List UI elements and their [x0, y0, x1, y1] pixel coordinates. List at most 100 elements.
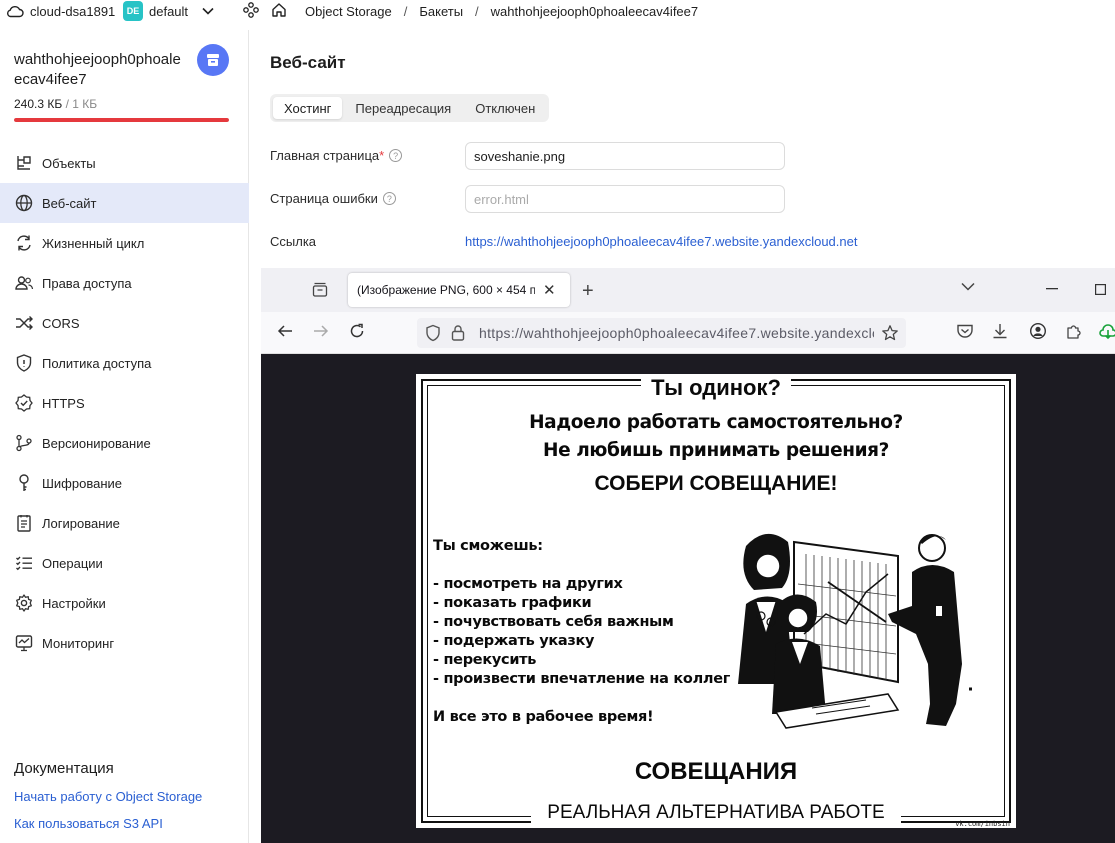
browser-nav-bar: https://wahthohjeejooph0phoaleecav4ifee7…: [261, 312, 1115, 354]
sidebar-item-label: Политика доступа: [42, 355, 152, 371]
usage-limit: / 1 КБ: [65, 97, 98, 111]
star-icon[interactable]: [881, 324, 899, 342]
poster-big-word: СОВЕЩАНИЯ: [634, 758, 798, 785]
pocket-icon[interactable]: [956, 323, 974, 339]
website-link[interactable]: https://wahthohjeejooph0phoaleecav4ifee7…: [465, 234, 857, 249]
help-icon[interactable]: ?: [382, 192, 396, 205]
sidebar-item-monitoring[interactable]: Мониторинг: [0, 623, 249, 663]
poster-watermark: vk.com/inbsin: [955, 820, 1010, 828]
usage-progress-fill: [14, 118, 229, 122]
poster-line2: Не любишь принимать решения?: [542, 440, 889, 461]
breadcrumb: Object Storage / Бакеты / wahthohjeejoop…: [305, 4, 698, 19]
bucket-icon: [197, 44, 229, 76]
close-icon[interactable]: ✕: [543, 281, 556, 299]
poster-title: Ты одинок?: [651, 375, 781, 400]
objects-icon: [17, 156, 31, 170]
poster-list-item: - показать графики: [433, 595, 592, 611]
tab-hosting[interactable]: Хостинг: [273, 97, 343, 119]
poster-list-item: - подержать указку: [433, 633, 595, 649]
operations-icon: [16, 556, 32, 571]
address-bar[interactable]: https://wahthohjeejooph0phoaleecav4ifee7…: [417, 318, 906, 348]
sidebar-item-label: Версионирование: [42, 435, 151, 451]
sidebar-item-versioning[interactable]: Версионирование: [0, 423, 249, 463]
doc-link-getting-started[interactable]: Начать работу с Object Storage: [14, 789, 244, 804]
poster-image: Ты одинок? Надоело работать самостоятель…: [416, 374, 1016, 828]
maximize-icon[interactable]: [1095, 284, 1106, 295]
help-icon[interactable]: ?: [389, 149, 403, 162]
poster-closing: И все это в рабочее время!: [433, 709, 654, 725]
poster-headline: СОБЕРИ СОВЕЩАНИЕ!: [594, 472, 838, 495]
minimize-icon[interactable]: [1046, 288, 1058, 290]
download-icon[interactable]: [991, 322, 1009, 340]
breadcrumb-separator: /: [403, 3, 408, 19]
shield-icon[interactable]: [425, 324, 441, 342]
sidebar-item-logging[interactable]: Логирование: [0, 503, 249, 543]
link-label: Ссылка: [270, 234, 317, 249]
sidebar-item-label: Операции: [42, 555, 103, 571]
breadcrumb-bucket: wahthohjeejooph0phoaleecav4ifee7: [490, 3, 699, 19]
main-page-input[interactable]: [465, 142, 785, 170]
poster-footer: РЕАЛЬНАЯ АЛЬТЕРНАТИВА РАБОТЕ: [547, 802, 885, 823]
tab-disabled[interactable]: Отключен: [464, 97, 546, 119]
back-icon[interactable]: [276, 322, 294, 340]
home-icon[interactable]: [271, 2, 287, 21]
sidebar-item-website[interactable]: Веб-сайт: [0, 183, 249, 223]
folder-name: default: [149, 3, 189, 19]
bucket-name: wahthohjeejooph0phoaleecav4ifee7: [14, 51, 181, 88]
extensions-icon[interactable]: [1065, 322, 1083, 340]
meeting-illustration: [738, 533, 972, 729]
globe-icon: [15, 194, 33, 212]
cloud-name: cloud-dsa1891: [30, 3, 116, 19]
key-icon: [19, 474, 29, 491]
sidebar-nav: Объекты Веб-сайт Жизненный цикл Права до…: [0, 143, 249, 663]
sidebar-item-encryption[interactable]: Шифрование: [0, 463, 249, 503]
top-header: cloud-dsa1891 DE default Object Storage …: [0, 0, 1115, 22]
sidebar-item-access[interactable]: Права доступа: [0, 263, 249, 303]
sidebar-item-policy[interactable]: Политика доступа: [0, 343, 249, 383]
sidebar-item-operations[interactable]: Операции: [0, 543, 249, 583]
error-page-input[interactable]: [465, 185, 785, 213]
sidebar: wahthohjeejooph0phoaleecav4ifee7 240.3 К…: [0, 30, 249, 843]
lifecycle-icon: [17, 235, 31, 251]
sidebar-item-https[interactable]: HTTPS: [0, 383, 249, 423]
cloud-icon: [7, 5, 24, 18]
sidebar-item-lifecycle[interactable]: Жизненный цикл: [0, 223, 249, 263]
versioning-icon: [16, 434, 32, 452]
browser-tab-bar: (Изображение PNG, 600 × 454 пикселей) ✕ …: [261, 268, 1115, 312]
lock-icon[interactable]: [451, 324, 465, 342]
main-page-field-label: Главная страница * ?: [270, 148, 403, 163]
browser-tab[interactable]: (Изображение PNG, 600 × 454 пикселей) ✕: [348, 273, 570, 307]
sidebar-item-cors[interactable]: CORS: [0, 303, 249, 343]
browser-screenshot: (Изображение PNG, 600 × 454 пикселей) ✕ …: [261, 268, 1115, 843]
usage-progress-bar: [14, 118, 229, 122]
forward-icon[interactable]: [312, 322, 330, 340]
breadcrumb-buckets[interactable]: Бакеты: [419, 4, 463, 19]
services-icon[interactable]: [243, 2, 259, 21]
account-icon[interactable]: [1029, 322, 1047, 340]
sidebar-item-label: Жизненный цикл: [42, 235, 145, 251]
sidebar-item-label: Права доступа: [42, 275, 132, 291]
sidebar-item-label: HTTPS: [42, 395, 85, 411]
sidebar-item-label: Веб-сайт: [42, 195, 97, 211]
tab-redirect[interactable]: Переадресация: [344, 97, 462, 119]
extension-download-icon[interactable]: [1099, 322, 1115, 340]
new-tab-icon[interactable]: +: [582, 280, 594, 303]
sidebar-item-objects[interactable]: Объекты: [0, 143, 249, 183]
breadcrumb-service[interactable]: Object Storage: [305, 4, 392, 19]
folder-switcher[interactable]: DE default: [123, 1, 214, 21]
sidebar-item-label: Мониторинг: [42, 635, 115, 651]
chevron-down-icon: [202, 7, 214, 15]
sidebar-item-label: Логирование: [42, 515, 120, 531]
sidebar-item-settings[interactable]: Настройки: [0, 583, 249, 623]
tab-manager-icon[interactable]: [311, 281, 329, 299]
hosting-mode-tabs: Хостинг Переадресация Отключен: [270, 94, 550, 122]
chevron-down-icon[interactable]: [961, 282, 975, 291]
cloud-switcher[interactable]: cloud-dsa1891: [6, 4, 115, 19]
poster-line1: Надоело работать самостоятельно?: [529, 412, 903, 433]
log-icon: [17, 515, 31, 532]
error-page-label: Страница ошибки: [270, 191, 378, 206]
doc-link-s3-api[interactable]: Как пользоваться S3 API: [14, 816, 244, 831]
reload-icon[interactable]: [348, 322, 366, 340]
sidebar-item-label: Объекты: [42, 155, 96, 171]
monitoring-icon: [15, 635, 33, 652]
